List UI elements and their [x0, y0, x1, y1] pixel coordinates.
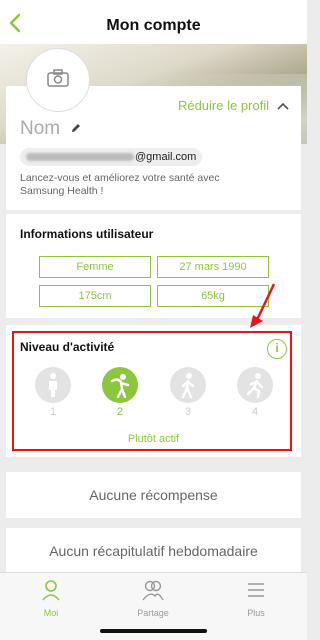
info-icon[interactable]: i	[267, 339, 287, 359]
name-field[interactable]: Nom	[20, 118, 82, 140]
menu-icon	[246, 583, 266, 605]
running-person-icon	[237, 367, 273, 403]
tab-partage[interactable]: Partage	[118, 579, 188, 618]
stretching-person-icon	[102, 367, 138, 403]
activity-level-1[interactable]: 1	[34, 367, 72, 418]
tab-moi[interactable]: Moi	[16, 579, 86, 618]
chevron-up-icon	[277, 98, 289, 113]
activity-level-3[interactable]: 3	[169, 367, 207, 418]
activity-level-number: 3	[184, 406, 192, 418]
top-bar: Mon compte	[0, 0, 307, 44]
rewards-row[interactable]: Aucune récompense	[6, 472, 301, 518]
home-indicator	[100, 629, 207, 633]
reduce-profile-button[interactable]: Réduire le profil	[178, 98, 289, 113]
email-domain: @gmail.com	[135, 151, 197, 163]
activity-level-2[interactable]: 2	[101, 367, 139, 418]
avatar[interactable]	[26, 48, 90, 112]
page-title: Mon compte	[106, 17, 201, 34]
people-icon	[141, 580, 165, 605]
email-badge: @gmail.com	[20, 148, 203, 166]
activity-level-4[interactable]: 4	[236, 367, 274, 418]
redacted-email-user	[26, 153, 134, 162]
standing-person-icon	[35, 367, 71, 403]
gender-field[interactable]: Femme	[39, 256, 151, 278]
birthdate-field[interactable]: 27 mars 1990	[157, 256, 269, 278]
tab-label: Partage	[137, 608, 169, 618]
person-icon	[40, 580, 62, 605]
user-info-title: Informations utilisateur	[20, 227, 154, 241]
activity-level-number: 1	[49, 406, 57, 418]
camera-icon	[47, 68, 69, 92]
annotation-arrow-icon	[250, 283, 276, 328]
tab-label: Moi	[43, 608, 59, 618]
motto-text: Lancez-vous et améliorez votre santé ave…	[20, 172, 220, 197]
tab-label: Plus	[247, 608, 265, 618]
height-field[interactable]: 175cm	[39, 285, 151, 307]
activity-level-card: Niveau d'activité i 1 2 3 4 Plutôt actif	[6, 325, 301, 457]
walking-person-icon	[170, 367, 206, 403]
reduce-profile-label: Réduire le profil	[177, 98, 269, 113]
pencil-icon[interactable]	[70, 118, 82, 140]
weekly-summary-row[interactable]: Aucun récapitulatif hebdomadaire	[6, 528, 301, 574]
activity-level-number: 2	[116, 406, 124, 418]
activity-level-label: Plutôt actif	[127, 433, 180, 445]
tab-plus[interactable]: Plus	[221, 579, 291, 618]
activity-level-number: 4	[251, 406, 259, 418]
name-placeholder: Nom	[20, 118, 61, 139]
activity-title: Niveau d'activité	[20, 340, 115, 354]
tab-bar: Moi Partage Plus	[0, 572, 307, 640]
